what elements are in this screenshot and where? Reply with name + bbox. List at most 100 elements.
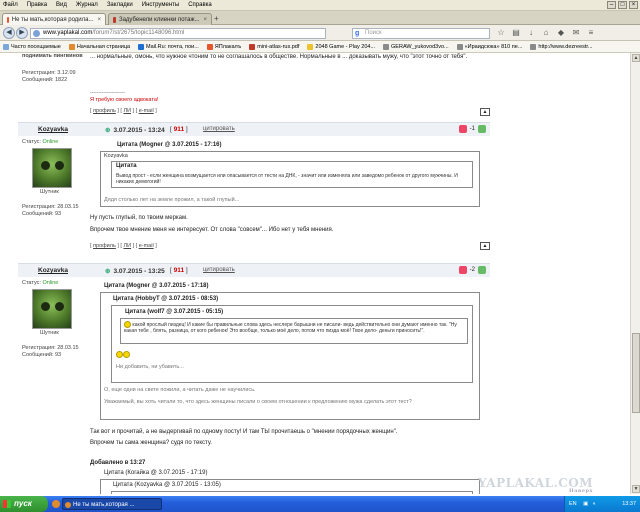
tab-label: Не ты мать,которая родила... bbox=[11, 16, 94, 23]
vote-plus-icon[interactable] bbox=[478, 266, 486, 274]
bookmark-item[interactable]: «Ираидсюка» 810 пе... bbox=[456, 43, 522, 50]
yaplakal-watermark[interactable]: YAPLAKAL.COM Наверх bbox=[478, 476, 593, 494]
quote-text: О, еще одни на свете пожили, а читать да… bbox=[104, 387, 256, 393]
google-icon: g bbox=[355, 30, 360, 37]
back-icon[interactable]: ◀ bbox=[3, 27, 15, 39]
firefox-icon bbox=[68, 43, 75, 50]
post-votes: -2 bbox=[458, 266, 486, 274]
pm-link[interactable]: ЛИ bbox=[123, 243, 131, 249]
email-link[interactable]: e-mail bbox=[139, 243, 154, 249]
nested-quote-header: Цитата bbox=[116, 163, 137, 169]
scrollbar-thumb[interactable] bbox=[632, 333, 640, 413]
vertical-scrollbar[interactable]: ▲ ▼ bbox=[630, 53, 640, 494]
menu-view[interactable]: Вид bbox=[56, 2, 67, 8]
page-content: поднимать пингвинов Регистрация: 3.12.09… bbox=[0, 53, 630, 494]
pm-link[interactable]: ЛИ bbox=[123, 108, 131, 114]
user-reg: Регистрация: 28.03.15 bbox=[22, 345, 79, 351]
firefox-quicklaunch-icon[interactable] bbox=[52, 500, 60, 508]
game-icon bbox=[307, 43, 314, 50]
avatar bbox=[32, 289, 72, 329]
quote-header: Цитата (Mogner @ 3.07.2015 - 17:16) bbox=[117, 142, 222, 148]
prev-post-text: ... нормальные, омонь, что нужное чтоним… bbox=[90, 54, 468, 60]
url-bar[interactable]: www.yaplakal.com/forum7/st/2675/topic114… bbox=[30, 28, 326, 39]
post-links: [ профиль ] [ ЛИ ] [ e-mail ] bbox=[90, 243, 157, 249]
bookmark-item[interactable]: Часто посещаемые bbox=[3, 43, 61, 50]
download-icon[interactable]: ↓ bbox=[526, 28, 536, 38]
menu-icon[interactable]: ≡ bbox=[586, 28, 596, 38]
email-link[interactable]: e-mail bbox=[139, 108, 154, 114]
windows-flag-icon bbox=[3, 500, 11, 508]
navigation-bar: ◀ ▶ www.yaplakal.com/forum7/st/2675/topi… bbox=[0, 25, 640, 41]
post: Kozyavka ⊕ 3.07.2015 - 13:24 [ 911 ] цити… bbox=[18, 122, 490, 260]
menu-tools[interactable]: Инструменты bbox=[142, 2, 179, 8]
taskbar-item-firefox[interactable]: Не ты мать,которая ... bbox=[62, 498, 162, 510]
scroll-up-icon[interactable]: ▲ bbox=[632, 54, 640, 62]
start-button[interactable]: пуск bbox=[0, 496, 48, 512]
bookmark-item[interactable]: ЯПлакалъ bbox=[206, 43, 241, 50]
author-nick[interactable]: Kozyavka bbox=[38, 267, 68, 274]
new-tab-icon[interactable]: + bbox=[214, 14, 219, 23]
menu-help[interactable]: Справка bbox=[188, 2, 212, 8]
system-tray: EN ▣ ◐ 13:37 bbox=[564, 496, 640, 512]
quote-link[interactable]: цитировать bbox=[203, 267, 235, 273]
bookmarks-bar: Часто посещаемые Начальная страница Mail… bbox=[0, 41, 640, 53]
quote-text: Уважаемый, вы хоть читали то, что здесь … bbox=[104, 399, 412, 405]
window-controls: – □ × bbox=[607, 1, 638, 9]
quote-link[interactable]: цитировать bbox=[203, 126, 235, 132]
scroll-down-icon[interactable]: ▼ bbox=[632, 485, 640, 493]
nested-quote-header: Цитата (Kozyavka @ 3.07.2015 - 13:05) bbox=[113, 482, 221, 488]
post-rating: [ 911 ] bbox=[170, 126, 188, 133]
menu-file[interactable]: Файл bbox=[3, 2, 18, 8]
pin-icon[interactable]: ⊕ bbox=[105, 127, 110, 134]
clipboard-icon[interactable]: ▤ bbox=[511, 28, 521, 38]
search-input[interactable]: g Поиск bbox=[352, 28, 490, 39]
language-indicator[interactable]: EN bbox=[569, 501, 577, 507]
menu-history[interactable]: Журнал bbox=[76, 2, 98, 8]
bookmark-item[interactable]: GERAW_yukovod3vo... bbox=[383, 43, 449, 50]
prev-user-title: поднимать пингвинов bbox=[22, 53, 83, 59]
bookmark-item[interactable]: 2048 Game - Play 204... bbox=[307, 43, 375, 50]
star-icon[interactable]: ☆ bbox=[496, 28, 506, 38]
url-path: /forum7/st/2675/topic1148096.html bbox=[92, 30, 185, 36]
volume-icon[interactable]: ◐ bbox=[593, 501, 596, 507]
document-icon bbox=[456, 43, 463, 50]
profile-link[interactable]: профиль bbox=[93, 108, 116, 114]
mail-icon[interactable]: ✉ bbox=[571, 28, 581, 38]
minimize-icon[interactable]: – bbox=[607, 1, 616, 9]
maximize-icon[interactable]: □ bbox=[618, 1, 627, 9]
tab-second[interactable]: Задубенели клиенки потаж... × bbox=[108, 13, 212, 25]
vote-minus-icon[interactable] bbox=[458, 266, 467, 274]
tab-active[interactable]: Не ты мать,которая родила... × bbox=[2, 13, 106, 25]
forward-icon[interactable]: ▶ bbox=[16, 27, 28, 39]
scroll-top-icon[interactable]: ▲ bbox=[480, 108, 490, 116]
tab-close-icon[interactable]: × bbox=[199, 17, 207, 23]
tab-close-icon[interactable]: × bbox=[93, 17, 101, 23]
profile-link[interactable]: профиль bbox=[93, 243, 116, 249]
menu-edit[interactable]: Правка bbox=[27, 2, 47, 8]
post: Kozyavka ⊕ 3.07.2015 - 13:25 [ 911 ] цити… bbox=[18, 263, 490, 494]
menu-bar: Файл Правка Вид Журнал Закладки Инструме… bbox=[0, 0, 640, 11]
close-icon[interactable]: × bbox=[629, 1, 638, 9]
bookmark-item[interactable]: mini-atlas-rus.pdf bbox=[249, 43, 299, 50]
bookmark-folder-icon bbox=[3, 43, 9, 50]
bookmark-item[interactable]: Начальная страница bbox=[68, 43, 130, 50]
scroll-top-icon[interactable]: ▲ bbox=[480, 242, 490, 250]
addon-icon[interactable]: ◆ bbox=[556, 28, 566, 38]
post-date: ⊕ 3.07.2015 - 13:24 bbox=[105, 127, 165, 134]
smiley-icon bbox=[116, 351, 123, 358]
bookmark-item[interactable]: Mail.Ru: почта, пои... bbox=[138, 43, 199, 50]
post-text-line: Впрочем твое мнение меня не интересует. … bbox=[90, 227, 334, 233]
bookmark-item[interactable]: http://www.dezreestr... bbox=[530, 43, 593, 50]
url-host: www.yaplakal.com bbox=[43, 30, 93, 36]
home-icon[interactable]: ⌂ bbox=[541, 28, 551, 38]
vote-minus-icon[interactable] bbox=[458, 125, 467, 133]
author-nick[interactable]: Kozyavka bbox=[38, 126, 68, 133]
tab-label: Задубенели клиенки потаж... bbox=[118, 16, 200, 23]
pin-icon[interactable]: ⊕ bbox=[105, 268, 110, 275]
menu-bookmarks[interactable]: Закладки bbox=[107, 2, 133, 8]
vote-plus-icon[interactable] bbox=[478, 125, 486, 133]
nested-quote-block: Цитата (wolf7 @ 3.07.2015 - 05:15) какой… bbox=[111, 305, 473, 383]
nested-quote-text: Ни добавить, ни убавить... bbox=[116, 364, 184, 370]
network-icon[interactable]: ▣ bbox=[583, 501, 588, 507]
site-favicon-icon bbox=[113, 16, 116, 23]
